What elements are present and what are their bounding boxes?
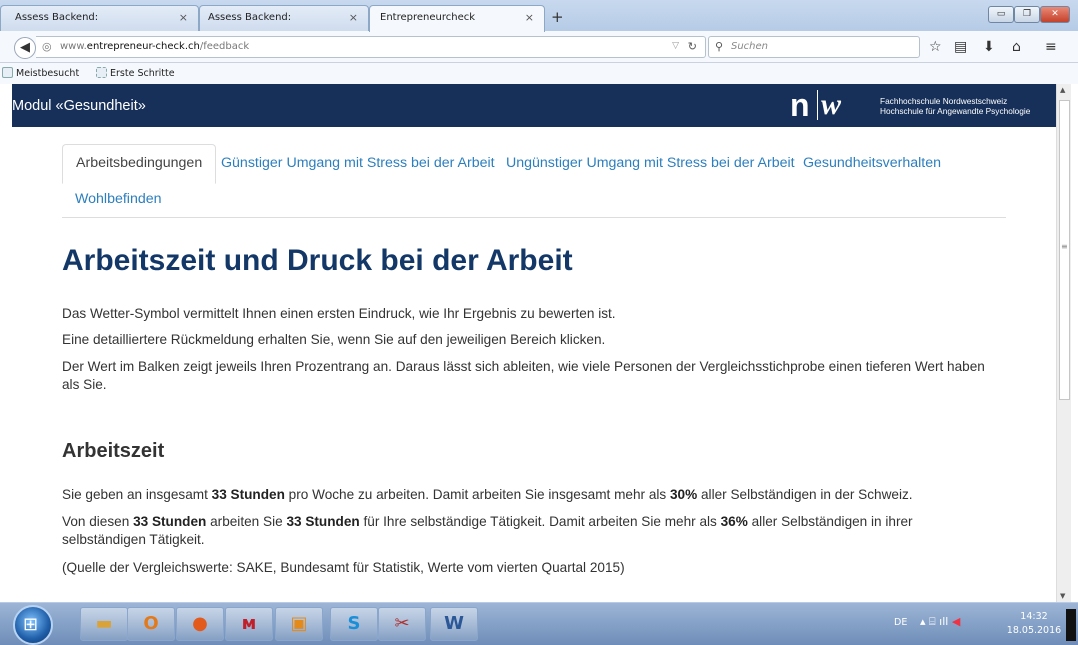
close-icon[interactable]: ×	[349, 11, 358, 24]
start-button[interactable]: ⊞	[13, 605, 53, 645]
bookmarks-toolbar: Meistbesucht Erste Schritte	[0, 63, 1078, 84]
tab-label: Assess Backend:	[15, 12, 99, 23]
institution-school: Hochschule für Angewandte Psychologie	[880, 106, 1031, 116]
minimize-button[interactable]: ▭	[988, 6, 1014, 23]
folder-icon	[2, 67, 13, 78]
page-icon	[96, 67, 107, 78]
bookmark-erste-schritte[interactable]: Erste Schritte	[96, 67, 175, 79]
navigation-bar: ◀ ◎ www.entrepreneur-check.ch/feedback ▽…	[0, 31, 1078, 63]
scroll-down-icon[interactable]: ▼	[1060, 592, 1065, 600]
scroll-up-icon[interactable]: ▲	[1060, 86, 1065, 94]
taskbar-explorer[interactable]: ▬	[80, 607, 128, 641]
taskbar-outlook[interactable]: O	[127, 607, 175, 641]
taskbar-media-player[interactable]: ▣	[275, 607, 323, 641]
logo-divider	[817, 90, 818, 120]
source-note: (Quelle der Vergleichswerte: SAKE, Bunde…	[62, 560, 625, 575]
tab-guenstiger-umgang[interactable]: Günstiger Umgang mit Stress bei der Arbe…	[221, 155, 495, 171]
search-placeholder: Suchen	[731, 41, 769, 52]
search-icon: ⚲	[715, 40, 724, 53]
word-icon: W	[444, 613, 464, 634]
fhnw-logo-n: n	[790, 87, 810, 123]
fhnw-logo-w: w	[821, 88, 842, 121]
taskbar-mendeley[interactable]: ᴍ	[225, 607, 273, 641]
menu-icon[interactable]: ≡	[1045, 39, 1057, 55]
globe-icon: ◎	[42, 40, 52, 53]
clock-time[interactable]: 14:32	[1010, 611, 1058, 622]
folder-icon: ▬	[95, 613, 113, 634]
bookmark-star-icon[interactable]: ☆	[929, 39, 942, 55]
search-bar[interactable]: ⚲ Suchen	[708, 36, 920, 58]
skype-icon: S	[347, 613, 361, 634]
vertical-scrollbar[interactable]: ▲ ≡ ▼	[1056, 84, 1071, 602]
system-tray: DE ▴ ⌸ ıll ◀ 14:32 18.05.2016	[880, 606, 1065, 642]
show-desktop-button[interactable]	[1066, 609, 1076, 641]
section-title: Arbeitszeit	[62, 440, 165, 462]
new-tab-button[interactable]: +	[551, 8, 564, 26]
mendeley-icon: ᴍ	[241, 613, 257, 634]
bookmarks-list-icon[interactable]: ▤	[954, 39, 967, 55]
browser-tab-entrepreneurcheck[interactable]: Entrepreneurcheck ×	[369, 5, 545, 32]
url-dropdown-icon[interactable]: ▽	[672, 41, 679, 51]
firefox-icon: ●	[192, 613, 208, 634]
web-page: Modul «Gesundheit» n w Fachhochschule No…	[0, 84, 1078, 602]
tab-label: Entrepreneurcheck	[380, 12, 476, 23]
page-title: Arbeitszeit und Druck bei der Arbeit	[62, 244, 573, 277]
module-title: Modul «Gesundheit»	[12, 98, 146, 114]
taskbar-snipping-tool[interactable]: ✂	[378, 607, 426, 641]
back-button[interactable]: ◀	[14, 37, 36, 59]
media-player-icon: ▣	[290, 613, 308, 634]
taskbar-skype[interactable]: S	[330, 607, 378, 641]
tab-wohlbefinden[interactable]: Wohlbefinden	[75, 191, 162, 207]
close-icon[interactable]: ×	[179, 11, 188, 24]
hours-selfemployed-paragraph: Von diesen 33 Stunden arbeiten Sie 33 St…	[62, 514, 913, 547]
intro-paragraph-1: Das Wetter-Symbol vermittelt Ihnen einen…	[62, 306, 616, 321]
browser-tab-strip: Assess Backend: × Assess Backend: × Entr…	[0, 0, 1078, 32]
outlook-icon: O	[143, 613, 159, 634]
show-hidden-icons-icon[interactable]: ▴	[920, 615, 926, 628]
restore-button[interactable]: ❐	[1014, 6, 1040, 23]
network-icon[interactable]: ⌸	[929, 615, 936, 628]
browser-tab-assess-backend-2[interactable]: Assess Backend: ×	[199, 5, 369, 31]
downloads-icon[interactable]: ⬇	[983, 39, 995, 55]
window-close-button[interactable]: ✕	[1040, 6, 1070, 23]
content-tabs: Arbeitsbedingungen Günstiger Umgang mit …	[62, 144, 1006, 218]
site-header: Modul «Gesundheit» n w Fachhochschule No…	[12, 84, 1056, 127]
tray-icons: ▴ ⌸ ıll ◀	[920, 615, 960, 629]
tab-arbeitsbedingungen[interactable]: Arbeitsbedingungen	[62, 144, 217, 184]
scroll-grip-icon: ≡	[1061, 242, 1068, 251]
intro-paragraph-2: Eine detailliertere Rückmeldung erhalten…	[62, 332, 606, 347]
browser-tab-assess-backend-1[interactable]: Assess Backend: ×	[0, 5, 199, 31]
tab-unguenstiger-umgang[interactable]: Ungünstiger Umgang mit Stress bei der Ar…	[506, 155, 795, 171]
signal-icon[interactable]: ıll	[939, 615, 948, 628]
tab-label: Assess Backend:	[208, 12, 292, 23]
url-bar[interactable]: ◎ www.entrepreneur-check.ch/feedback ▽ ↻	[36, 36, 706, 58]
bookmark-meistbesucht[interactable]: Meistbesucht	[2, 67, 79, 79]
url-text: www.entrepreneur-check.ch/feedback	[60, 41, 250, 52]
scissors-icon: ✂	[394, 613, 410, 634]
intro-paragraph-3: Der Wert im Balken zeigt jeweils Ihren P…	[62, 359, 985, 392]
volume-muted-icon[interactable]: ◀	[952, 615, 960, 628]
taskbar-firefox[interactable]: ●	[176, 607, 224, 641]
back-arrow-icon: ◀	[20, 40, 30, 55]
clock-date[interactable]: 18.05.2016	[1006, 625, 1062, 636]
taskbar-word[interactable]: W	[430, 607, 478, 641]
home-icon[interactable]: ⌂	[1012, 39, 1021, 55]
institution-name: Fachhochschule Nordwestschweiz	[880, 96, 1008, 106]
close-icon[interactable]: ×	[525, 11, 534, 24]
tab-gesundheitsverhalten[interactable]: Gesundheitsverhalten	[803, 155, 941, 171]
taskbar: ⊞ ▬ O ● ᴍ ▣ S ✂ W DE ▴ ⌸ ıll ◀ 14:32 18.…	[0, 602, 1078, 645]
reload-icon[interactable]: ↻	[688, 40, 697, 53]
hours-total-paragraph: Sie geben an insgesamt 33 Stunden pro Wo…	[62, 487, 913, 502]
windows-logo-icon: ⊞	[23, 614, 39, 635]
language-indicator[interactable]: DE	[894, 617, 907, 628]
